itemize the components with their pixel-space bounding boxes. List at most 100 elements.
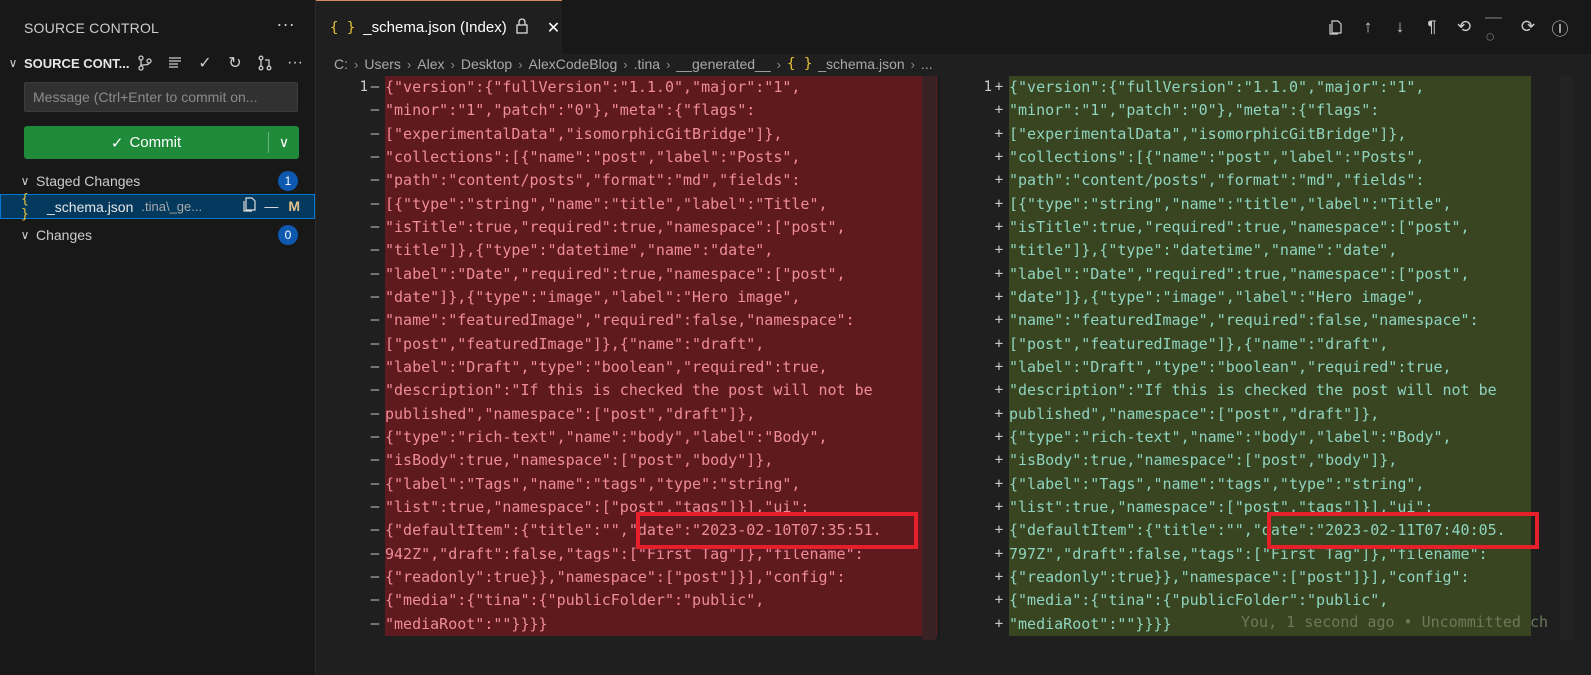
git-lens-icon[interactable]: Ⓘ [1549, 16, 1571, 39]
commit-dropdown-button[interactable]: ∨ [269, 126, 299, 159]
diff-original-pane[interactable]: 1— — — — — — — — — — — — — — — — — — — — — — — — {"version":{"f… [316, 76, 938, 640]
code-line[interactable]: "label":"Draft","type":"boolean","requir… [385, 356, 937, 379]
pull-request-icon[interactable] [254, 52, 276, 74]
code-line[interactable]: {"type":"rich-text","name":"body","label… [1009, 426, 1531, 449]
code-line[interactable]: "description":"If this is checked the po… [385, 379, 937, 402]
arrow-up-icon[interactable]: ↑ [1357, 16, 1379, 38]
code-line[interactable]: "isTitle":true,"required":true,"namespac… [1009, 216, 1531, 239]
code-line[interactable]: published","namespace":["post","draft"]}… [385, 403, 937, 426]
code-modified[interactable]: {"version":{"fullVersion":"1.1.0","major… [1009, 76, 1531, 636]
refresh-icon[interactable]: ↻ [224, 52, 246, 74]
code-line[interactable]: [{"type":"string","name":"title","label"… [385, 193, 937, 216]
chevron-down-icon[interactable]: ∨ [14, 174, 36, 188]
file-path: .tina\_ge... [141, 199, 203, 214]
code-line[interactable]: "label":"Date","required":true,"namespac… [385, 263, 937, 286]
more-actions-icon[interactable]: ··· [276, 14, 295, 35]
code-line[interactable]: "description":"If this is checked the po… [1009, 379, 1531, 402]
repo-section-header[interactable]: ∨ SOURCE CONT... ✓ ↻ ··· [0, 50, 316, 76]
breadcrumb-item[interactable]: __generated__ [676, 56, 770, 72]
go-back-icon[interactable]: ⟲ [1453, 16, 1475, 38]
code-line[interactable]: "isTitle":true,"required":true,"namespac… [385, 216, 937, 239]
close-icon[interactable]: ✕ [547, 18, 560, 38]
code-line[interactable]: "title"]},{"type":"datetime","name":"dat… [1009, 239, 1531, 262]
code-line[interactable]: "isBody":true,"namespace":["post","body"… [1009, 449, 1531, 472]
code-line[interactable]: "minor":"1","patch":"0"},"meta":{"flags"… [385, 99, 937, 122]
staged-file-item[interactable]: { } _schema.json .tina\_ge... — M [0, 192, 315, 222]
chevron-down-icon[interactable]: ∨ [2, 56, 24, 70]
branch-graph-icon[interactable] [134, 52, 156, 74]
code-line[interactable]: {"media":{"tina":{"publicFolder":"public… [385, 589, 937, 612]
staged-changes-group[interactable]: ∨ Staged Changes 1 [0, 169, 316, 193]
diff-marker: — [370, 148, 380, 165]
whitespace-icon[interactable]: ¶ [1421, 16, 1443, 38]
code-line[interactable]: {"label":"Tags","name":"tags","type":"st… [385, 473, 937, 496]
chevron-right-icon: › [623, 56, 628, 72]
code-original[interactable]: {"version":{"fullVersion":"1.1.0","major… [385, 76, 937, 636]
commit-message-input[interactable] [24, 82, 298, 112]
more-icon[interactable]: ··· [284, 52, 306, 74]
breadcrumb-item[interactable]: AlexCodeBlog [529, 56, 618, 72]
arrow-down-icon[interactable]: ↓ [1389, 16, 1411, 38]
code-line[interactable]: {"version":{"fullVersion":"1.1.0","major… [385, 76, 937, 99]
code-line[interactable]: "date"]},{"type":"image","label":"Hero i… [1009, 286, 1531, 309]
code-line[interactable]: [{"type":"string","name":"title","label"… [1009, 193, 1531, 216]
diff-modified-pane[interactable]: 1 + + + + + + + + + + + + + + + + + + + + + + + + {"version":{"f… [940, 76, 1591, 640]
chevron-right-icon: › [666, 56, 671, 72]
code-line[interactable]: "title"]},{"type":"datetime","name":"dat… [385, 239, 937, 262]
gutter-left: 1— — — — — — — — — — — — — — — — — — — — — — — — [316, 76, 382, 640]
code-line[interactable]: "path":"content/posts","format":"md","fi… [385, 169, 937, 192]
code-line[interactable]: {"media":{"tina":{"publicFolder":"public… [1009, 589, 1531, 612]
code-line[interactable]: {"label":"Tags","name":"tags","type":"st… [1009, 473, 1531, 496]
view-list-icon[interactable] [164, 52, 186, 74]
scrollbar-right[interactable] [1560, 76, 1574, 640]
breadcrumb-item[interactable]: Desktop [461, 56, 512, 72]
code-line[interactable]: "name":"featuredImage","required":false,… [385, 309, 937, 332]
code-line[interactable]: {"readonly":true}},"namespace":["post"]}… [1009, 566, 1531, 589]
gutter-line: + [940, 123, 1006, 146]
staged-changes-label: Staged Changes [36, 173, 141, 189]
breadcrumb-item[interactable]: _schema.json [818, 56, 904, 72]
diff-marker: + [994, 79, 1004, 95]
changes-group[interactable]: ∨ Changes 0 [0, 223, 316, 247]
code-line[interactable]: ["experimentalData","isomorphicGitBridge… [1009, 123, 1531, 146]
code-line[interactable]: {"version":{"fullVersion":"1.1.0","major… [1009, 76, 1531, 99]
go-forward-icon[interactable]: ⟳ [1517, 16, 1539, 38]
diff-marker: + [994, 382, 1004, 399]
code-line[interactable]: "mediaRoot":""}}}} [385, 613, 937, 636]
code-line[interactable]: "label":"Draft","type":"boolean","requir… [1009, 356, 1531, 379]
breadcrumb-item[interactable]: C: [334, 56, 348, 72]
code-line[interactable]: {"type":"rich-text","name":"body","label… [385, 426, 937, 449]
commit-node-icon[interactable]: —○ [1485, 7, 1507, 46]
code-line[interactable]: "minor":"1","patch":"0"},"meta":{"flags"… [1009, 99, 1531, 122]
open-file-icon[interactable] [242, 196, 258, 215]
code-line[interactable]: "isBody":true,"namespace":["post","body"… [385, 449, 937, 472]
diff-marker: + [994, 428, 1004, 445]
code-line[interactable]: "name":"featuredImage","required":false,… [1009, 309, 1531, 332]
json-file-icon: { } [330, 19, 356, 36]
gutter-line: — [316, 169, 382, 192]
code-line[interactable]: {"readonly":true}},"namespace":["post"]}… [385, 566, 937, 589]
tab-schema-index[interactable]: { } _schema.json (Index) ✕ [316, 0, 562, 54]
breadcrumb-item[interactable]: .tina [634, 56, 660, 72]
code-line[interactable]: "collections":[{"name":"post","label":"P… [385, 146, 937, 169]
diff-marker: + [994, 195, 1004, 212]
breadcrumb-item[interactable]: Users [364, 56, 401, 72]
code-line[interactable]: ["experimentalData","isomorphicGitBridge… [385, 123, 937, 146]
code-line[interactable]: "label":"Date","required":true,"namespac… [1009, 263, 1531, 286]
code-line[interactable]: ["post","featuredImage"]},{"name":"draft… [1009, 333, 1531, 356]
code-line[interactable]: ["post","featuredImage"]},{"name":"draft… [385, 333, 937, 356]
breadcrumb-item[interactable]: Alex [417, 56, 444, 72]
open-file-icon[interactable] [1325, 16, 1347, 38]
unstage-icon[interactable]: — [264, 198, 278, 214]
commit-button[interactable]: ✓ Commit [24, 126, 268, 159]
chevron-down-icon[interactable]: ∨ [14, 228, 36, 242]
repo-actions: ✓ ↻ ··· [134, 52, 306, 74]
code-line[interactable]: "collections":[{"name":"post","label":"P… [1009, 146, 1531, 169]
code-line[interactable]: "path":"content/posts","format":"md","fi… [1009, 169, 1531, 192]
scrollbar-left[interactable] [922, 76, 936, 640]
breadcrumb-item[interactable]: ... [921, 56, 933, 72]
code-line[interactable]: published","namespace":["post","draft"]}… [1009, 403, 1531, 426]
check-icon[interactable]: ✓ [194, 52, 216, 74]
code-line[interactable]: "date"]},{"type":"image","label":"Hero i… [385, 286, 937, 309]
gutter-line: — [316, 193, 382, 216]
